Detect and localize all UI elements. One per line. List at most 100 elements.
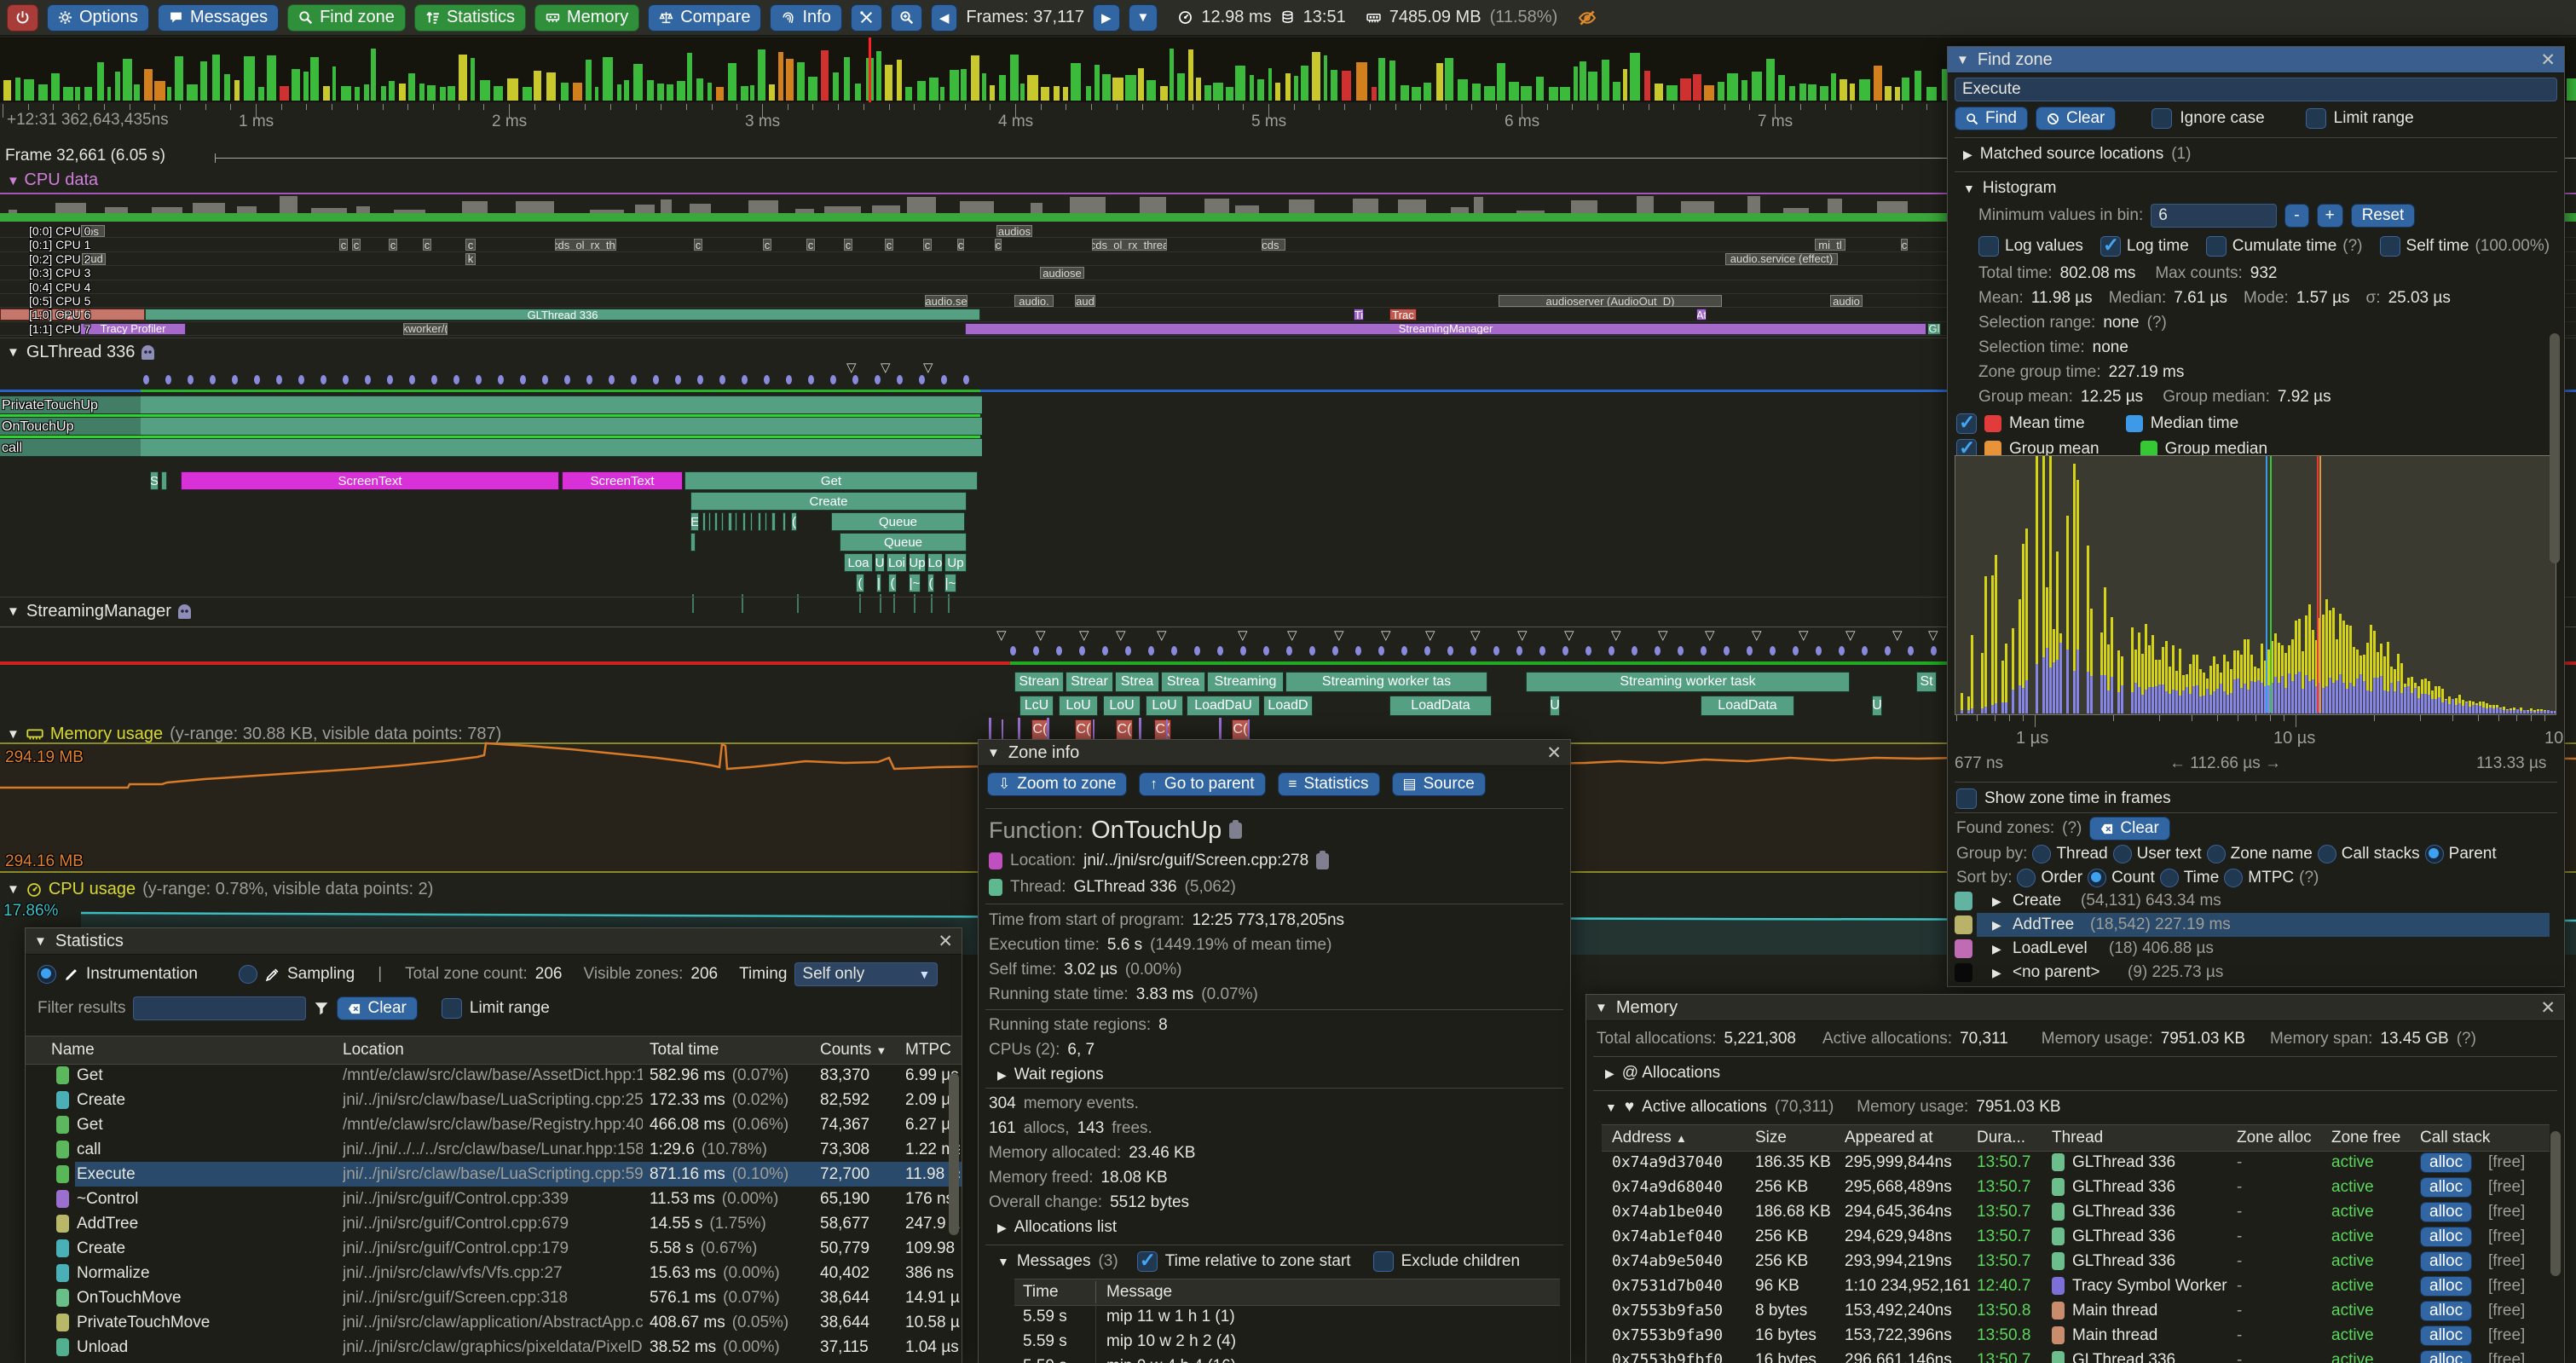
allocation-row[interactable]: 0x7553b9fbf016 bytes296,661,146ns13:50.7… [1602,1348,2550,1363]
radio-thread[interactable] [2032,845,2051,863]
col-location[interactable]: Location [343,1037,404,1064]
ignore-case-checkbox[interactable] [2151,108,2172,129]
matched-locations-expander[interactable]: ▶Matched source locations(1) [1963,142,2191,166]
table-row[interactable]: Executejni/../jni/src/claw/base/LuaScrip… [26,1162,962,1187]
table-row[interactable]: Unloadjni/../jni/src/claw/graphics/pixel… [26,1335,962,1360]
fz-self-time-checkbox[interactable] [2380,236,2400,257]
alloc-callstack-button[interactable]: alloc [2420,1175,2488,1199]
copy-clipboard-icon[interactable] [1316,853,1329,869]
sampling-radio[interactable] [239,965,257,984]
table-row[interactable]: OnRedrawjni/../jni/src/claw/application/… [26,1360,962,1363]
statistics-scrollbar[interactable] [949,1073,959,1235]
help-icon[interactable]: (?) [2062,819,2082,838]
mean-time-checkbox[interactable] [1956,413,1977,434]
allocation-row[interactable]: 0x7531d7b04096 KB1:10 234,952,16112:40.7… [1602,1273,2550,1298]
expander-icon[interactable]: ▶ [1992,889,2009,913]
table-row[interactable]: PrivateTouchMovejni/../jni/src/claw/appl… [26,1310,962,1335]
alloc-callstack-button[interactable]: alloc [2420,1298,2488,1323]
allocations-expander[interactable]: ▶@ Allocations [1605,1061,1720,1085]
allocation-row[interactable]: 0x74ab9e5040256 KB293,994,219ns13:50.7GL… [1602,1249,2550,1273]
col-total-time[interactable]: Total time [650,1037,719,1064]
alloc-callstack-button[interactable]: alloc [2420,1150,2488,1175]
limit-range-checkbox[interactable] [442,998,462,1019]
table-row[interactable]: Get/mnt/e/claw/src/claw/base/AssetDict.h… [26,1063,962,1088]
col-call-stack[interactable]: Call stack [2420,1125,2490,1151]
time-relative-checkbox[interactable] [1137,1251,1158,1272]
table-row[interactable]: AddTreejni/../jni/src/guif/Control.cpp:6… [26,1211,962,1236]
col-time[interactable]: Time [1023,1279,1059,1305]
found-zone-row[interactable]: ▶Create(54,131) 643.34 ms [1948,889,2564,913]
copy-clipboard-icon[interactable] [1229,823,1242,839]
zoom-to-zone-button[interactable]: ⇩Zoom to zone [987,772,1127,796]
exclude-children-checkbox[interactable] [1373,1251,1394,1272]
log-time-checkbox[interactable] [2100,236,2121,257]
fz-limit-range-checkbox[interactable] [2306,108,2326,129]
col-message[interactable]: Message [1106,1279,1172,1305]
cumulate-time-checkbox[interactable] [2206,236,2227,257]
close-icon[interactable]: ✕ [2540,997,2556,1019]
col-thread[interactable]: Thread [2052,1125,2103,1151]
zone-statistics-button[interactable]: ≡Statistics [1278,772,1380,796]
zone-info-titlebar[interactable]: ▼Zone info✕ [979,740,1570,766]
col-size[interactable]: Size [1755,1125,1787,1151]
close-icon[interactable]: ✕ [1546,742,1562,764]
help-icon[interactable]: (?) [2147,314,2167,332]
histogram-plot[interactable] [1955,455,2556,715]
filter-funnel-icon[interactable] [314,1001,329,1016]
close-icon[interactable]: ✕ [2540,49,2556,71]
found-zone-row[interactable]: ▶<no parent>(9) 225.73 µs [1948,961,2564,985]
memory-table-header[interactable]: Address ▲ Size Appeared at Dura... Threa… [1602,1124,2550,1152]
table-row[interactable]: Get/mnt/e/claw/src/claw/base/Registry.hp… [26,1112,962,1137]
allocation-row[interactable]: 0x74a9d68040256 KB295,668,489ns13:50.7GL… [1602,1175,2550,1199]
close-icon[interactable]: ✕ [938,931,953,952]
find-zone-search-input[interactable]: Execute [1955,78,2557,101]
allocation-row[interactable]: 0x7553b9fa9016 bytes153,722,396ns13:50.8… [1602,1323,2550,1348]
messages-expander[interactable]: ▼ [997,1255,1009,1268]
col-counts[interactable]: Counts ▼ [820,1037,887,1064]
table-row[interactable]: calljni/../jni/../../../src/claw/base/Lu… [26,1137,962,1162]
radio-parent[interactable] [2425,845,2444,863]
alloc-callstack-button[interactable]: alloc [2420,1323,2488,1348]
table-row[interactable]: Normalizejni/../jni/src/claw/vfs/Vfs.cpp… [26,1261,962,1285]
col-address[interactable]: Address ▲ [1612,1125,1687,1151]
location-value[interactable]: jni/../jni/src/guif/Screen.cpp:278 [1083,852,1308,870]
allocations-list-expander[interactable]: ▶Allocations list [997,1216,1117,1239]
table-row[interactable]: Createjni/../jni/src/claw/base/LuaScript… [26,1088,962,1112]
radio-zone-name[interactable] [2207,845,2226,863]
help-icon[interactable]: (?) [2457,1030,2476,1048]
table-row[interactable]: Createjni/../jni/src/guif/Control.cpp:17… [26,1236,962,1261]
radio-call-stacks[interactable] [2318,845,2336,863]
filter-input[interactable] [133,996,306,1020]
memory-titlebar[interactable]: ▼Memory✕ [1586,995,2564,1021]
go-to-parent-button[interactable]: ↑Go to parent [1139,772,1265,796]
alloc-callstack-button[interactable]: alloc [2420,1273,2488,1298]
source-button[interactable]: ▤Source [1392,772,1486,796]
statistics-titlebar[interactable]: ▼Statistics✕ [26,928,962,955]
col-appeared[interactable]: Appeared at [1845,1125,1933,1151]
alloc-callstack-button[interactable]: alloc [2420,1249,2488,1273]
radio-count[interactable] [2088,869,2106,887]
col-zone-free[interactable]: Zone free [2331,1125,2400,1151]
log-values-checkbox[interactable] [1978,236,1999,257]
col-zone-alloc[interactable]: Zone alloc [2237,1125,2312,1151]
bin-minus-button[interactable]: - [2284,204,2308,228]
histogram-expander[interactable]: ▼Histogram [1963,176,2056,200]
instrumentation-radio[interactable] [38,965,56,984]
memory-scrollbar[interactable] [2550,1131,2561,1276]
expander-icon[interactable]: ▶ [1992,913,2009,937]
alloc-callstack-button[interactable]: alloc [2420,1199,2488,1224]
expander-icon[interactable]: ▶ [1992,961,2009,985]
active-allocations-expander[interactable]: ▼ [1605,1100,1617,1114]
alloc-callstack-button[interactable]: alloc [2420,1224,2488,1249]
help-icon[interactable]: (?) [2342,237,2362,256]
message-row[interactable]: 5.59 smip 10 w 2 h 2 (4) [1014,1329,1560,1354]
statistics-table-header[interactable]: Name Location Total time Counts ▼ MTPC [26,1036,962,1065]
radio-mtpc[interactable] [2224,869,2243,887]
bin-reset-button[interactable]: Reset [2351,204,2416,228]
col-mtpc[interactable]: MTPC [905,1037,951,1064]
clear-found-button[interactable]: Clear [2089,817,2169,840]
find-zone-scrollbar[interactable] [2550,333,2560,563]
bin-plus-button[interactable]: + [2317,204,2343,228]
table-row[interactable]: OnTouchMovejni/../jni/src/guif/Screen.cp… [26,1285,962,1310]
col-duration[interactable]: Dura... [1977,1125,2025,1151]
